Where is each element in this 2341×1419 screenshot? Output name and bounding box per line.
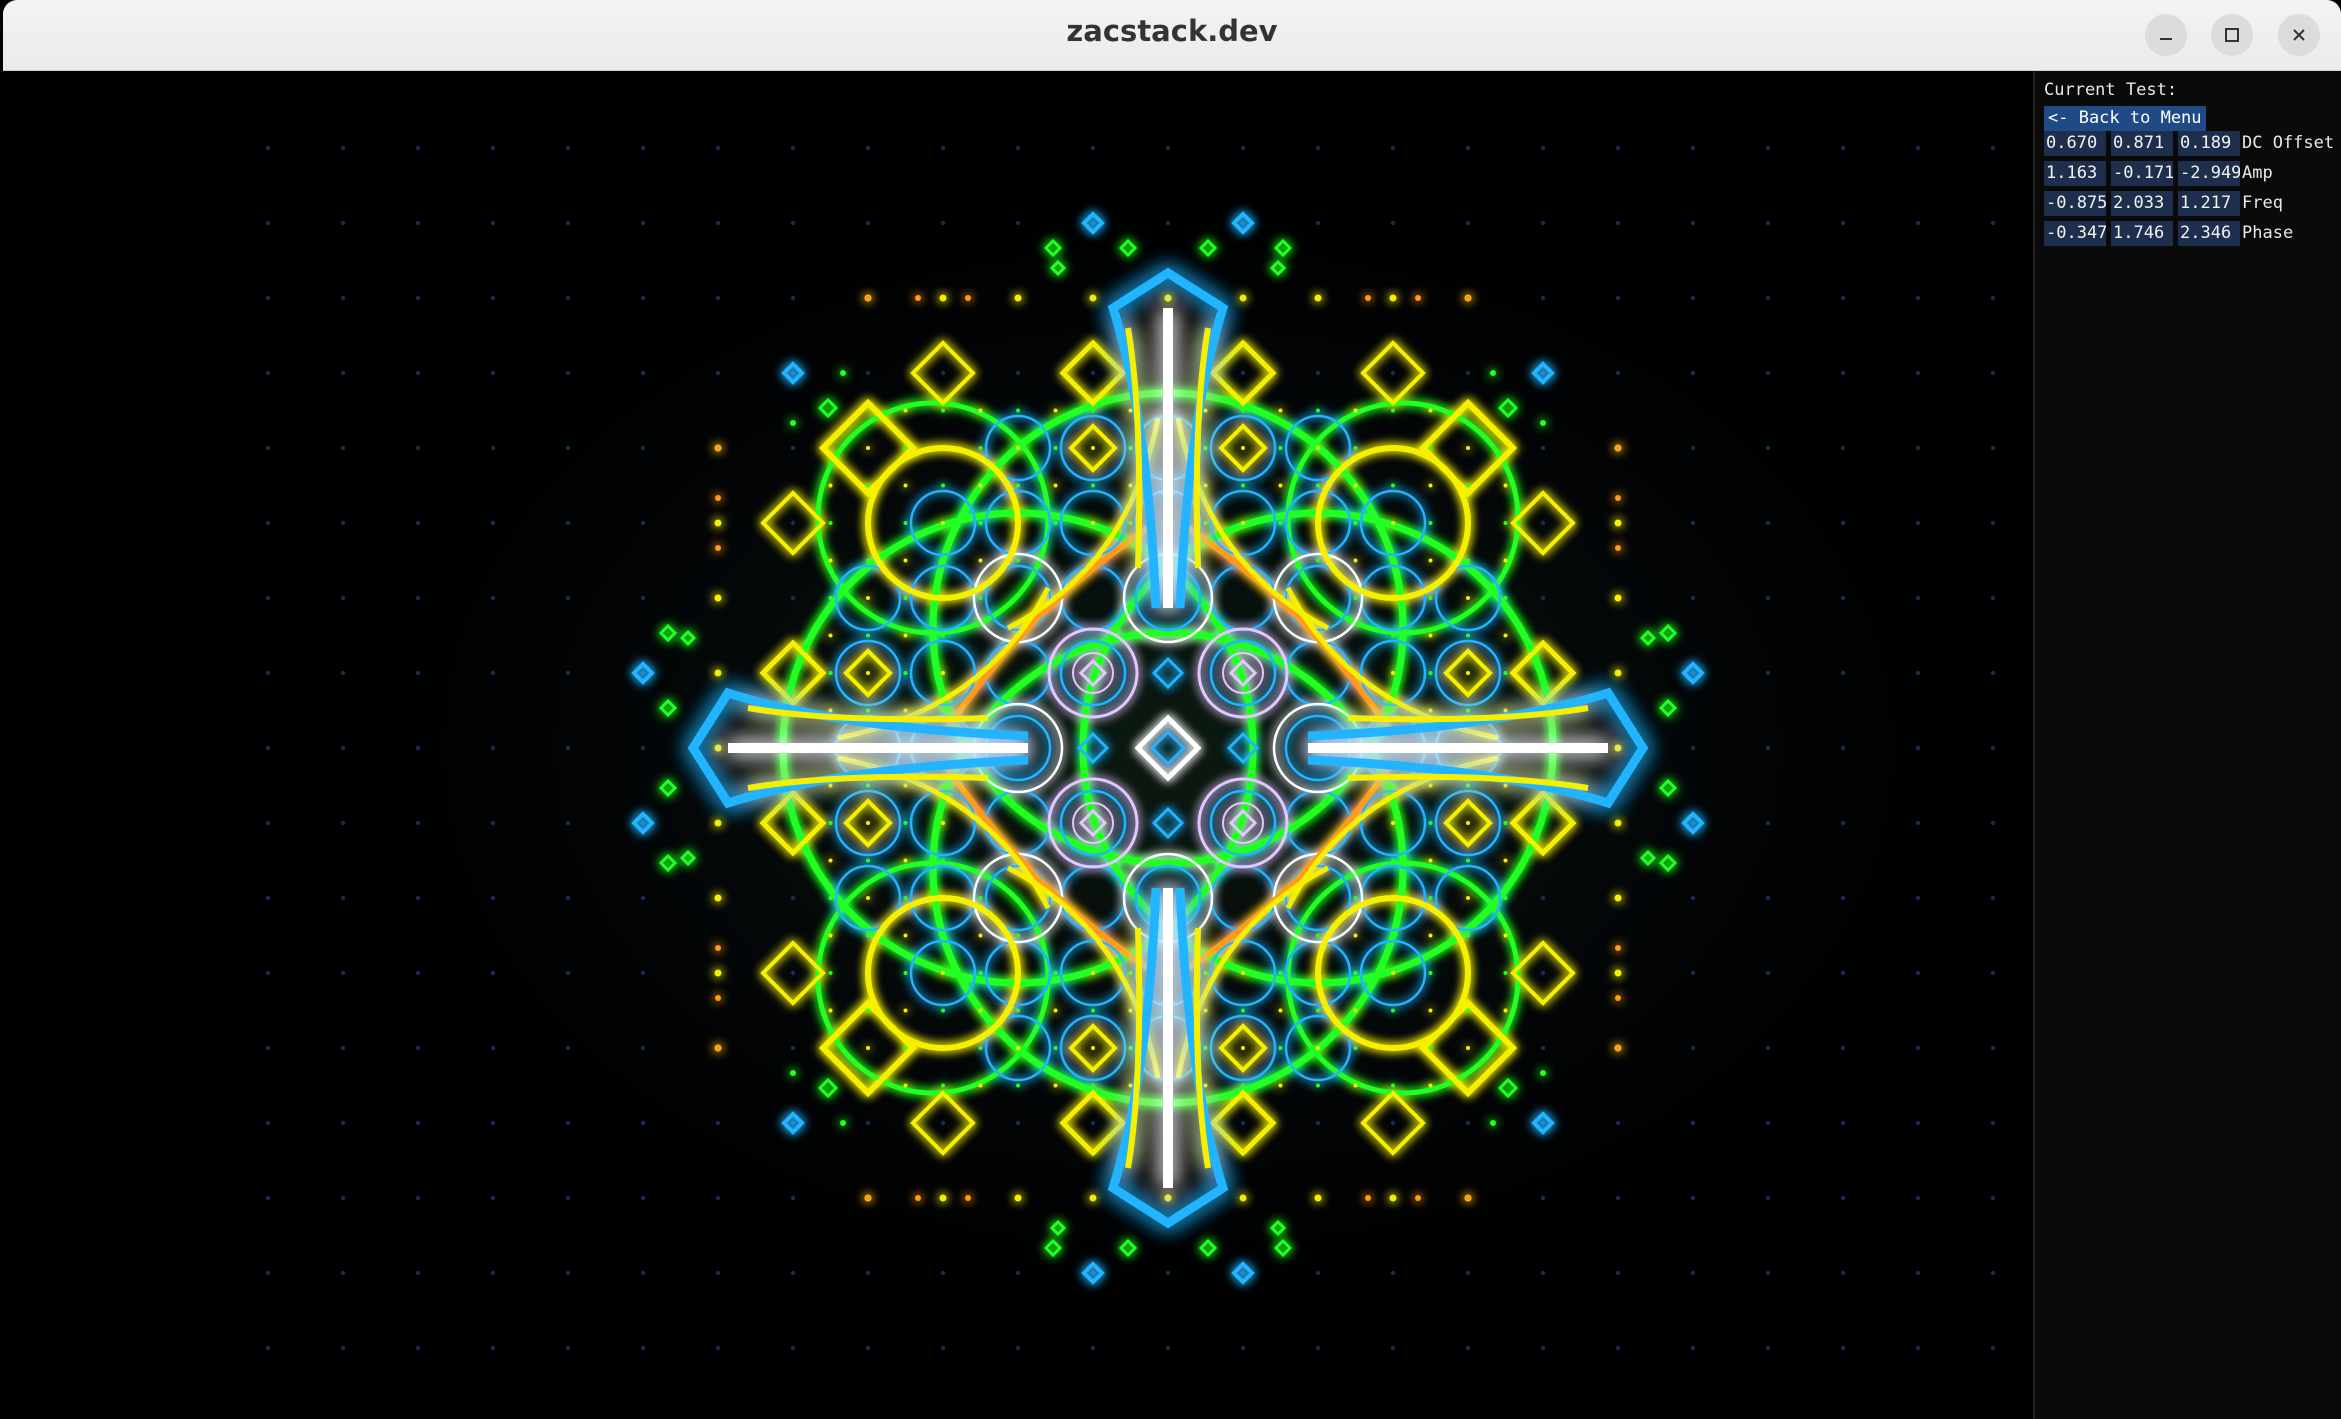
close-icon bbox=[2293, 29, 2305, 41]
dc-offset-y-field[interactable]: 0.871 bbox=[2111, 131, 2173, 156]
amp-x-field[interactable]: 1.163 bbox=[2044, 161, 2106, 186]
app-window: zacstack.dev Current Test: <- Back to Me… bbox=[0, 0, 2341, 1419]
close-button[interactable] bbox=[2278, 14, 2320, 56]
phase-z-field[interactable]: 2.346 bbox=[2178, 221, 2240, 246]
minimize-button[interactable] bbox=[2145, 14, 2187, 56]
back-to-menu-button[interactable]: <- Back to Menu bbox=[2044, 106, 2206, 131]
test-panel: Current Test: <- Back to Menu 0.670 0.87… bbox=[2033, 71, 2341, 1419]
kaleidoscope-pattern bbox=[3, 71, 2033, 1419]
dc-offset-x-field[interactable]: 0.670 bbox=[2044, 131, 2106, 156]
dc-offset-z-field[interactable]: 0.189 bbox=[2178, 131, 2240, 156]
window-title: zacstack.dev bbox=[1066, 14, 1278, 48]
title-bar[interactable]: zacstack.dev bbox=[3, 0, 2341, 71]
minimize-icon bbox=[2160, 38, 2172, 40]
phase-y-field[interactable]: 1.746 bbox=[2111, 221, 2173, 246]
freq-label: Freq bbox=[2242, 193, 2283, 213]
phase-x-field[interactable]: -0.347 bbox=[2044, 221, 2106, 246]
amp-label: Amp bbox=[2242, 163, 2273, 183]
maximize-button[interactable] bbox=[2211, 14, 2253, 56]
panel-title: Current Test: bbox=[2044, 80, 2178, 100]
maximize-icon bbox=[2225, 28, 2239, 42]
freq-y-field[interactable]: 2.033 bbox=[2111, 191, 2173, 216]
render-canvas[interactable] bbox=[3, 71, 2033, 1419]
amp-z-field[interactable]: -2.949 bbox=[2178, 161, 2240, 186]
amp-y-field[interactable]: -0.171 bbox=[2111, 161, 2173, 186]
freq-z-field[interactable]: 1.217 bbox=[2178, 191, 2240, 216]
phase-label: Phase bbox=[2242, 223, 2294, 243]
dc-offset-label: DC Offset bbox=[2242, 133, 2335, 153]
freq-x-field[interactable]: -0.875 bbox=[2044, 191, 2106, 216]
